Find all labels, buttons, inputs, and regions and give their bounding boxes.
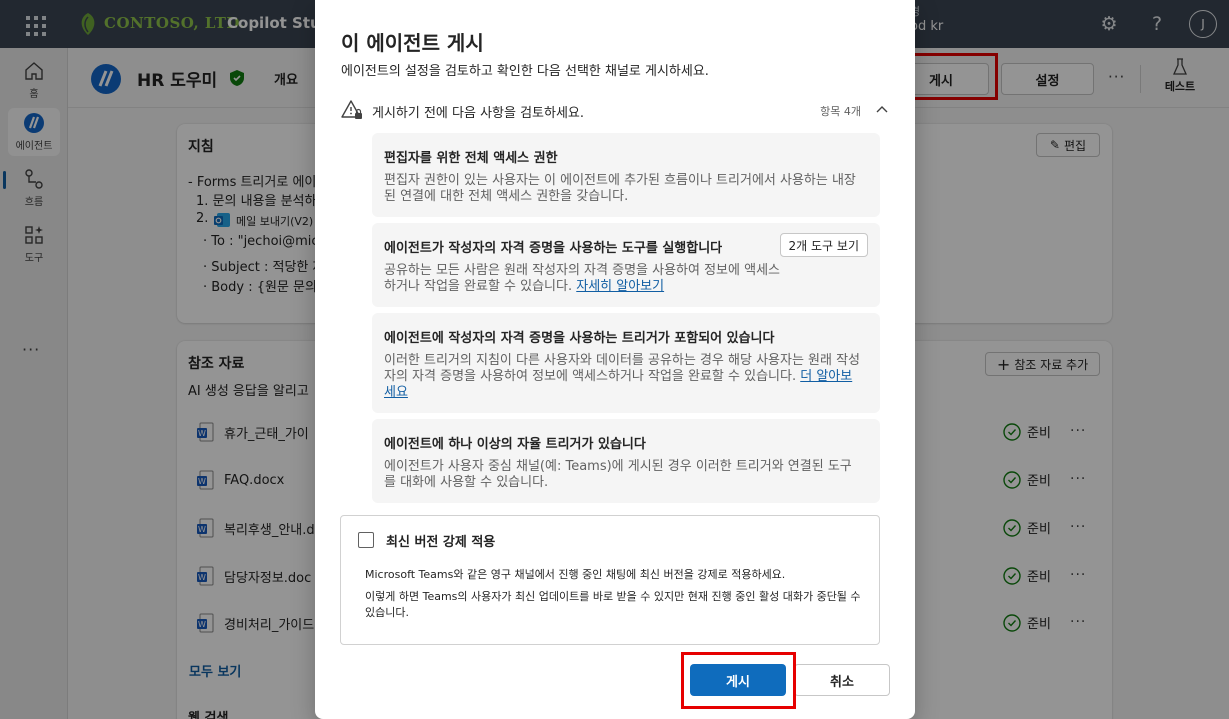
view-tools-button[interactable]: 2개 도구 보기 [779,233,868,257]
force-description-1: Microsoft Teams와 같은 영구 채널에서 진행 중인 채팅에 최신… [365,568,786,581]
review-item-description: 이러한 트리거의 지침이 다른 사용자와 데이터를 공유하는 경우 해당 사용자… [384,353,862,401]
force-latest-version-label[interactable]: 최신 버전 강제 적용 [386,531,495,550]
review-item-title: 편집자를 위한 전체 액세스 권한 [384,151,558,166]
dialog-title: 이 에이전트 게시 [341,31,484,55]
review-item-description: 편집자 권한이 있는 사용자는 이 에이전트에 추가된 흐름이나 트리거에서 사… [384,173,856,204]
publish-dialog: 이 에이전트 게시 에이전트의 설정을 검토하고 확인한 다음 선택한 채널로 … [315,0,915,719]
review-item-title: 에이전트에 작성자의 자격 증명을 사용하는 트리거가 포함되어 있습니다 [384,331,775,346]
review-label: 게시하기 전에 다음 사항을 검토하세요. [372,106,585,121]
review-count: 항목 4개 [820,105,861,118]
chevron-up-icon[interactable] [875,103,889,117]
review-item-title: 에이전트가 작성자의 자격 증명을 사용하는 도구를 실행합니다 [384,241,723,256]
learn-more-link[interactable]: 자세히 알아보기 [576,279,664,294]
review-section-header[interactable]: 게시하기 전에 다음 사항을 검토하세요. 항목 4개 [341,98,889,124]
force-latest-version-checkbox[interactable] [358,532,374,548]
review-item-title: 에이전트에 하나 이상의 자율 트리거가 있습니다 [384,437,646,452]
review-item: 편집자를 위한 전체 액세스 권한 편집자 권한이 있는 사용자는 이 에이전트… [372,133,880,217]
warning-lock-icon [341,100,362,119]
review-item-description: 공유하는 모든 사람은 원래 작성자의 자격 증명을 사용하여 정보에 액세스하… [384,263,784,295]
force-latest-version-section: 최신 버전 강제 적용 Microsoft Teams와 같은 영구 채널에서 … [340,515,880,645]
highlight-box-publish-button [681,652,796,709]
review-item: 에이전트에 작성자의 자격 증명을 사용하는 트리거가 포함되어 있습니다 이러… [372,313,880,413]
cancel-button[interactable]: 취소 [794,664,890,696]
review-item-description: 에이전트가 사용자 중심 채널(예: Teams)에 게시된 경우 이러한 트리… [384,459,852,490]
force-description-2: 이렇게 하면 Teams의 사용자가 최신 업데이트를 바로 받을 수 있지만 … [365,590,861,619]
review-item: 에이전트가 작성자의 자격 증명을 사용하는 도구를 실행합니다 2개 도구 보… [372,223,880,307]
dialog-subtitle: 에이전트의 설정을 검토하고 확인한 다음 선택한 채널로 게시하세요. [341,64,709,79]
review-item-text: 이러한 트리거의 지침이 다른 사용자와 데이터를 공유하는 경우 해당 사용자… [384,353,861,384]
review-item: 에이전트에 하나 이상의 자율 트리거가 있습니다 에이전트가 사용자 중심 채… [372,419,880,503]
